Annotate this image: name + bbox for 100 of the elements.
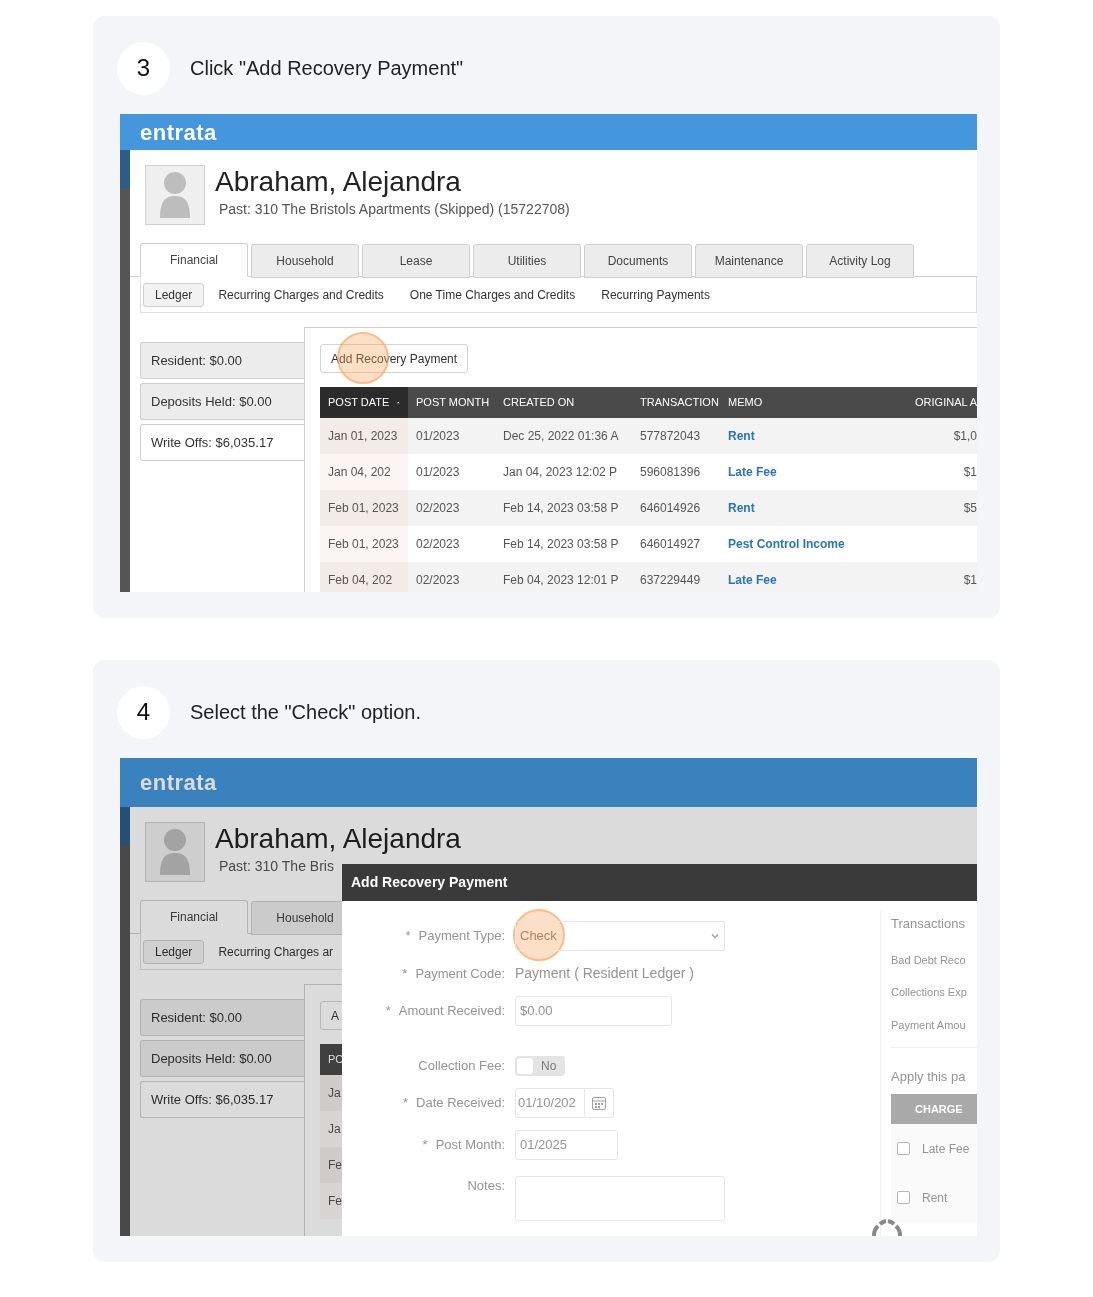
- tab[interactable]: Financial: [140, 243, 248, 277]
- memo-link[interactable]: Late Fee: [728, 571, 777, 589]
- field-label: Collection Fee:: [418, 1057, 505, 1076]
- table-cell-text: 646014926: [640, 500, 701, 517]
- required-mark: *: [422, 1136, 428, 1155]
- field-label: Post Month:: [435, 1136, 505, 1155]
- subtab[interactable]: Recurring Charges and Credits: [206, 282, 396, 307]
- memo-link[interactable]: Rent: [728, 499, 755, 517]
- table-cell-text: Jan 04, 2023 12:02 P: [503, 464, 618, 481]
- checkbox[interactable]: [897, 1191, 910, 1204]
- column-header[interactable]: MEMO: [720, 387, 907, 418]
- field-label: Amount Received:: [398, 1002, 505, 1021]
- transactions-heading: Transactions: [891, 915, 966, 933]
- subtab[interactable]: Ledger: [143, 282, 205, 307]
- table-cell-text: $5: [963, 500, 977, 517]
- column-header[interactable]: CREATED ON: [495, 387, 632, 418]
- balance-box[interactable]: Write Offs: $6,035.17: [140, 1081, 304, 1118]
- toggle-switch[interactable]: No: [515, 1056, 565, 1076]
- table-cell-text: Feb 01, 2023: [328, 500, 399, 517]
- memo-link[interactable]: Rent: [728, 427, 755, 445]
- step-instruction: Select the "Check" option.: [190, 700, 421, 725]
- column-header[interactable]: POST DATE: [320, 387, 408, 418]
- field-label: Payment Code:: [415, 964, 505, 983]
- table-cell-text: Fe: [328, 1157, 342, 1174]
- subtab[interactable]: Ledger: [143, 939, 205, 964]
- table-cell-text: 577872043: [640, 428, 701, 445]
- apply-text: Apply this pa: [891, 1069, 966, 1084]
- table-cell-text: 02/2023: [416, 572, 460, 589]
- balance-box[interactable]: Write Offs: $6,035.17: [140, 424, 304, 461]
- column-header[interactable]: ORIGINAL A: [907, 387, 977, 418]
- required-mark: *: [403, 1094, 409, 1113]
- table-cell-text: Ja: [328, 1121, 341, 1138]
- table-cell-text: Ja: [328, 1085, 341, 1102]
- memo-link[interactable]: Pest Control Income: [728, 535, 845, 553]
- tab[interactable]: Documents: [584, 244, 692, 278]
- resident-subtitle: Past: 310 The Bris: [219, 857, 335, 876]
- tab[interactable]: Maintenance: [695, 244, 803, 278]
- notes-field[interactable]: [515, 1176, 725, 1221]
- person-icon: [158, 827, 192, 877]
- tab[interactable]: Household: [251, 244, 359, 278]
- table-cell-text: $1: [963, 572, 977, 589]
- logo: entrata: [140, 118, 217, 147]
- subtab[interactable]: Recurring Charges ar: [206, 939, 346, 964]
- table-cell-text: Feb 04, 2023 12:01 P: [503, 572, 619, 589]
- table-cell-text: Jan 04, 202: [328, 464, 391, 481]
- balance-box[interactable]: Resident: $0.00: [140, 999, 304, 1036]
- balance-box[interactable]: Resident: $0.00: [140, 342, 304, 379]
- table-cell-text: 02/2023: [416, 500, 460, 517]
- field-label: Payment Type:: [418, 927, 505, 946]
- table-cell-text: Feb 14, 2023 03:58 P: [503, 500, 619, 517]
- balance-box[interactable]: Deposits Held: $0.00: [140, 1040, 304, 1077]
- tab[interactable]: Lease: [362, 244, 470, 278]
- table-cell-text: $1,0: [953, 428, 977, 445]
- calendar-button[interactable]: [585, 1088, 614, 1118]
- balance-box[interactable]: Deposits Held: $0.00: [140, 383, 304, 420]
- modal-title: Add Recovery Payment: [351, 873, 508, 892]
- field-label: Date Received:: [416, 1094, 505, 1113]
- step-instruction: Click "Add Recovery Payment": [190, 56, 464, 81]
- column-header[interactable]: TRANSACTION: [632, 387, 720, 418]
- click-highlight: [513, 909, 565, 961]
- table-cell-text: Dec 25, 2022 01:36 A: [503, 428, 619, 445]
- summary-line: Collections Exp: [891, 985, 968, 1000]
- table-cell-text: 637229449: [640, 572, 701, 589]
- table-cell-text: Fe: [328, 1193, 342, 1210]
- logo: entrata: [140, 769, 217, 797]
- charge-label: Late Fee: [922, 1140, 970, 1158]
- resident-name: Abraham, Alejandra: [215, 822, 461, 856]
- table-cell-text: 596081396: [640, 464, 701, 481]
- charge-label: Rent: [922, 1189, 948, 1207]
- table-cell-text: $1: [963, 464, 977, 481]
- tab[interactable]: Financial: [140, 900, 248, 934]
- table-cell-text: 01/2023: [416, 428, 460, 445]
- table-cell-text: 02/2023: [416, 536, 460, 553]
- required-mark: *: [402, 964, 408, 983]
- step-number: 4: [117, 685, 170, 739]
- memo-link[interactable]: Late Fee: [728, 463, 777, 481]
- required-mark: *: [385, 1002, 391, 1021]
- table-cell-text: Feb 01, 2023: [328, 536, 399, 553]
- resident-subtitle: Past: 310 The Bristols Apartments (Skipped) (15722708): [219, 200, 570, 219]
- subtab[interactable]: Recurring Payments: [589, 282, 722, 307]
- step-number: 3: [117, 41, 170, 95]
- column-header[interactable]: POST MONTH: [408, 387, 495, 418]
- payment-code: Payment ( Resident Ledger ): [515, 964, 694, 983]
- summary-line: Bad Debt Reco: [891, 952, 967, 968]
- subtab[interactable]: One Time Charges and Credits: [397, 282, 588, 307]
- resident-name: Abraham, Alejandra: [215, 165, 462, 199]
- add-recovery-payment-button[interactable]: Add Recovery Payment: [320, 344, 469, 373]
- table-cell-text: Jan 01, 2023: [328, 428, 398, 445]
- spinner-icon: [871, 1218, 903, 1236]
- summary-line: Payment Amou: [891, 1017, 967, 1033]
- tab[interactable]: Activity Log: [806, 244, 914, 278]
- table-cell-text: 646014927: [640, 536, 701, 553]
- chevron-down-icon: [710, 931, 720, 941]
- tab[interactable]: Utilities: [473, 244, 581, 278]
- calendar-icon: [591, 1095, 607, 1111]
- table-cell-text: 01/2023: [416, 464, 460, 481]
- charge-header: CHARGE: [891, 1094, 977, 1124]
- table-cell-text: Feb 14, 2023 03:58 P: [503, 536, 619, 553]
- required-mark: *: [405, 927, 411, 946]
- checkbox[interactable]: [897, 1142, 910, 1155]
